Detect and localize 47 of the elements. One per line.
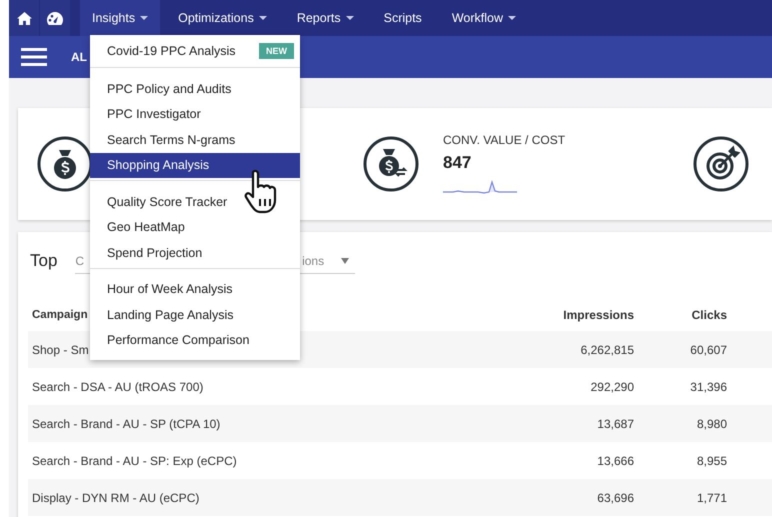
table-cell: 60,607 xyxy=(690,342,727,356)
table-cell: 6,262,815 xyxy=(580,342,634,356)
metric-value: 847 xyxy=(443,153,472,173)
menu-item[interactable]: Performance Comparison xyxy=(90,328,300,353)
table-cell-text: Search - Brand - AU - SP: Exp (eCPC) xyxy=(31,454,237,468)
menu-item[interactable]: Covid-19 PPC Analysis NEW xyxy=(90,37,300,65)
column-header: Campaign xyxy=(31,308,88,320)
table-cell-text: Search - DSA - AU (tROAS 700) xyxy=(31,380,204,394)
table-cell: 8,955 xyxy=(696,454,727,468)
table-cell-text: Display - DYN RM - AU (eCPC) xyxy=(31,490,200,504)
menu-item[interactable]: PPC Investigator xyxy=(90,102,300,127)
metric-label: CONV. VALUE / COST xyxy=(443,133,566,147)
menu-item[interactable]: Spend Projection xyxy=(90,240,300,266)
home-icon xyxy=(16,12,32,24)
menu-item[interactable]: Geo HeatMap xyxy=(90,214,300,240)
panel-title: Top xyxy=(30,251,58,271)
caret-icon xyxy=(341,258,350,264)
nav-menu-item[interactable]: Reports xyxy=(284,0,366,36)
page-title: AL xyxy=(71,50,87,64)
table-cell: 31,396 xyxy=(690,380,727,394)
new-badge: NEW xyxy=(259,43,294,59)
menu-item[interactable]: PPC Policy and Audits xyxy=(90,76,300,102)
menu-item[interactable]: Quality Score Tracker xyxy=(90,189,300,214)
table-cell: 13,666 xyxy=(597,454,634,468)
table-cell: 1,771 xyxy=(696,490,727,504)
menu-item[interactable]: Shopping Analysis xyxy=(90,152,300,178)
table-cell: 13,687 xyxy=(597,416,634,430)
nav-menu-item[interactable]: Optimizations xyxy=(166,0,279,36)
target-icon xyxy=(693,136,749,192)
column-header: Impressions xyxy=(563,308,634,322)
menu-item[interactable]: Search Terms N-grams xyxy=(90,127,300,152)
nav-menu-item[interactable]: Workflow xyxy=(440,0,528,36)
dashboard-button[interactable] xyxy=(40,0,70,36)
gauge-icon xyxy=(47,12,63,24)
money-bag-arrows-icon xyxy=(363,136,419,192)
menu-item[interactable]: Landing Page Analysis xyxy=(90,302,300,328)
column-header: Clicks xyxy=(692,308,727,322)
nav-menu-item[interactable]: Insights xyxy=(80,0,160,36)
menu-item[interactable]: Hour of Week Analysis xyxy=(90,276,300,302)
table-cell: 292,290 xyxy=(590,380,634,394)
table-cell: 63,696 xyxy=(597,490,634,504)
table-cell-text: Search - Brand - AU - SP (tCPA 10) xyxy=(31,416,220,430)
table-cell-text: Shop - Sm xyxy=(31,342,89,356)
menu-icon[interactable] xyxy=(21,48,47,66)
home-button[interactable] xyxy=(9,0,39,36)
table-cell: 8,980 xyxy=(696,416,727,430)
nav-menu-item[interactable]: Scripts xyxy=(372,0,434,36)
